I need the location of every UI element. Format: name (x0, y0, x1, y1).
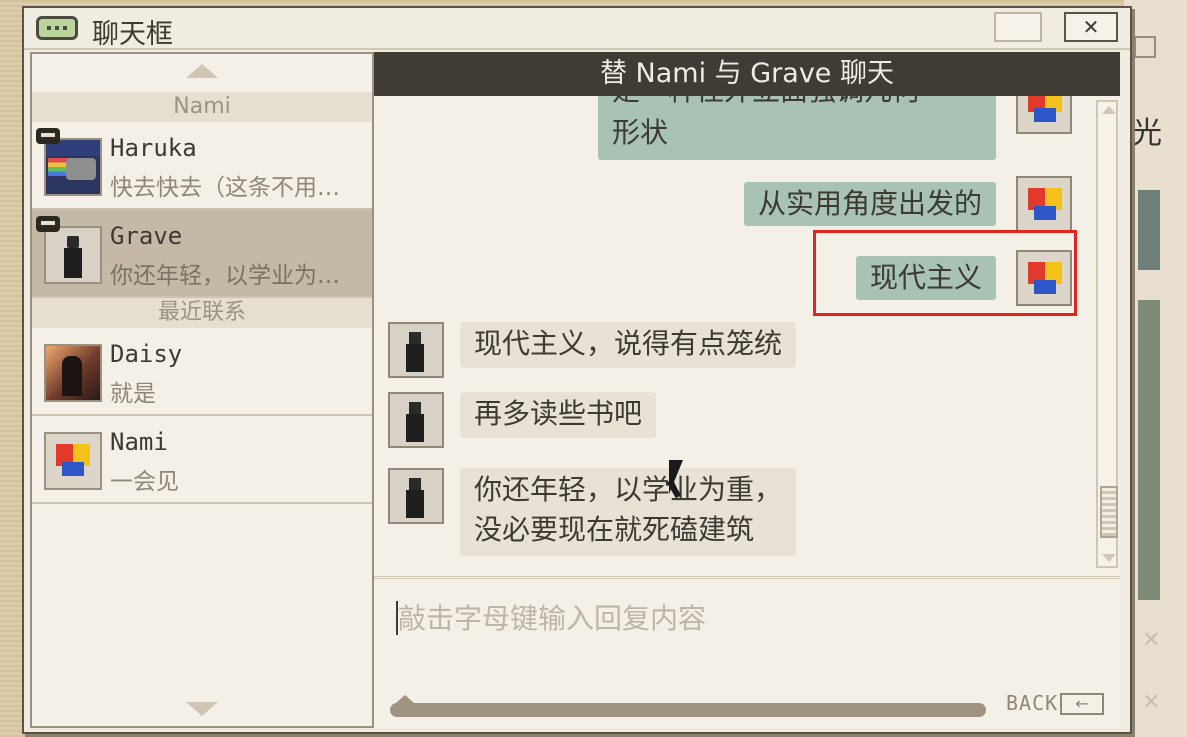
window-title: 聊天框 (92, 19, 173, 50)
contact-item-grave[interactable]: Grave 你还年轻，以学业为… (32, 210, 372, 298)
chat-window: 聊天框 ✕ Nami Haruka 快去快去（这条不用… Grave 你还年轻，… (22, 6, 1132, 734)
back-arrow-icon[interactable]: ← (1060, 693, 1104, 715)
scrollbar-thumb[interactable] (1100, 486, 1118, 538)
avatar (44, 138, 102, 196)
mouse-cursor-icon (669, 460, 683, 494)
unread-badge-icon (36, 216, 60, 232)
cube-logo-icon (56, 444, 90, 478)
back-label[interactable]: BACK (1006, 691, 1058, 715)
close-button[interactable]: ✕ (1064, 12, 1118, 42)
chat-header: 替 Nami 与 Grave 聊天 (374, 52, 1120, 96)
maximize-icon (1134, 36, 1156, 58)
scroll-down-icon[interactable] (1102, 554, 1116, 562)
cube-logo-icon (1028, 96, 1062, 124)
incoming-message: 现代主义，说得有点笼统 (460, 322, 797, 368)
contact-sidebar: Nami Haruka 快去快去（这条不用… Grave 你还年轻，以学业为… … (30, 52, 374, 728)
unread-badge-icon (36, 128, 60, 144)
maximize-button[interactable] (994, 12, 1042, 42)
incoming-message: 你还年轻，以学业为重， 没必要现在就死磕建筑 (460, 468, 797, 556)
contact-preview: 快去快去（这条不用… (110, 175, 340, 201)
scroll-up-arrow-icon[interactable] (186, 64, 218, 78)
reply-input[interactable] (396, 597, 1080, 639)
scroll-down-arrow-icon[interactable] (186, 702, 218, 716)
avatar (44, 226, 102, 284)
contact-name: Nami (110, 428, 168, 456)
chat-app-icon (36, 16, 78, 40)
background-glyph: 光 (1132, 116, 1162, 151)
background-strip (1138, 190, 1160, 270)
incoming-message: 再多读些书吧 (460, 392, 657, 438)
highlight-box (813, 230, 1077, 316)
cube-logo-icon (1028, 188, 1062, 222)
message-text: 再多读些书吧 (474, 397, 643, 430)
typing-progress-bar (390, 695, 986, 717)
message-text: 从实用角度出发的 (757, 187, 982, 220)
scroll-up-icon[interactable] (1102, 106, 1116, 114)
contact-item-nami[interactable]: Nami 一会见 (32, 416, 372, 504)
contact-preview: 你还年轻，以学业为… (110, 263, 340, 289)
avatar (388, 322, 444, 378)
message-text: 你还年轻，以学业为重， (474, 473, 783, 506)
avatar (1016, 176, 1072, 232)
section-label-recent: 最近联系 (32, 298, 372, 328)
reply-input-area: BACK ← (374, 576, 1120, 728)
outgoing-message: 是一种往外立面强调几何 形状 (598, 96, 996, 160)
contact-preview: 一会见 (110, 469, 179, 495)
message-text: 是一种往外立面强调几何 (612, 96, 982, 112)
message-text: 现代主义，说得有点笼统 (474, 327, 783, 360)
contact-item-daisy[interactable]: Daisy 就是 (32, 328, 372, 416)
background-window-edge: 光 ✕ ✕ (1124, 0, 1187, 737)
avatar (44, 344, 102, 402)
close-icon: ✕ (1142, 690, 1161, 715)
message-text: 形状 (612, 116, 669, 149)
avatar (388, 468, 444, 524)
text-caret (396, 601, 398, 635)
message-list: 是一种往外立面强调几何 形状 从实用角度出发的 现代主义 现代主义，说得有点笼统… (374, 96, 1120, 576)
outgoing-message: 从实用角度出发的 (743, 182, 996, 226)
avatar (1016, 96, 1072, 134)
contact-item-haruka[interactable]: Haruka 快去快去（这条不用… (32, 122, 372, 210)
contact-name: Grave (110, 222, 183, 250)
close-icon: ✕ (1142, 628, 1161, 653)
background-strip (1138, 300, 1160, 600)
avatar (388, 392, 444, 448)
message-text: 没必要现在就死磕建筑 (474, 513, 755, 546)
contact-name: Daisy (110, 340, 183, 368)
section-label-current: Nami (32, 92, 372, 122)
title-bar[interactable]: 聊天框 ✕ (24, 8, 1130, 50)
contact-preview: 就是 (110, 381, 156, 407)
avatar (44, 432, 102, 490)
chat-scrollbar[interactable] (1096, 100, 1118, 568)
contact-name: Haruka (110, 134, 197, 162)
